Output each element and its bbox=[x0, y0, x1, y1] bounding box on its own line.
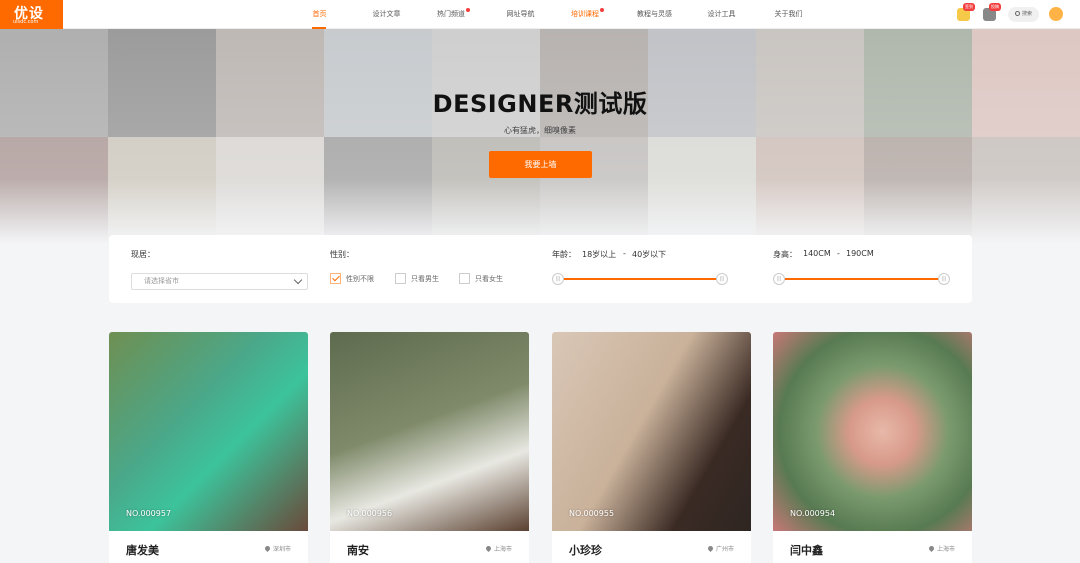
hero-banner: DESIGNER测试版 心有猛虎，细嗅像素 我要上墙 bbox=[0, 29, 1080, 244]
height-min-value: 140CM bbox=[803, 249, 831, 258]
profile-photo bbox=[109, 332, 308, 531]
search-label: 搜索 bbox=[1021, 11, 1032, 17]
height-max-handle[interactable]: ||| bbox=[938, 273, 950, 285]
age-max-value: 40岁以下 bbox=[632, 250, 667, 259]
new-dot-icon bbox=[600, 8, 604, 12]
checkbox-icon bbox=[395, 273, 406, 284]
gender-female-label: 只看女生 bbox=[475, 275, 503, 283]
age-min-handle[interactable]: ||| bbox=[552, 273, 564, 285]
top-navbar: 优设 uisdc.com 首页 设计文章 热门频道 网址导航 培训课程 教程与灵… bbox=[0, 0, 1080, 29]
gender-male-label: 只看男生 bbox=[411, 275, 439, 283]
profile-photo bbox=[773, 332, 972, 531]
profile-name: 南安 bbox=[347, 544, 369, 557]
profile-name: 唐发美 bbox=[126, 544, 159, 557]
search-button[interactable]: 搜索 bbox=[1008, 7, 1039, 22]
logo-domain: uisdc.com bbox=[13, 19, 39, 25]
profile-card[interactable]: NO.000957 唐发美 深圳市 bbox=[109, 332, 308, 563]
nav-item-home[interactable]: 首页 bbox=[286, 0, 353, 29]
profile-card[interactable]: NO.000955 小珍珍 广州市 bbox=[552, 332, 751, 563]
age-range-slider[interactable]: ||| ||| bbox=[552, 273, 728, 285]
checkin-icon[interactable]: 签到 bbox=[957, 3, 975, 21]
nav-item-directory[interactable]: 网址导航 bbox=[487, 0, 554, 29]
checkin-badge: 签到 bbox=[963, 3, 975, 11]
checkbox-icon bbox=[459, 273, 470, 284]
location-pin-icon bbox=[927, 544, 936, 553]
join-wall-button[interactable]: 我要上墙 bbox=[489, 151, 592, 178]
user-avatar[interactable] bbox=[1049, 7, 1063, 21]
site-logo[interactable]: 优设 uisdc.com bbox=[0, 0, 63, 29]
age-slider-track bbox=[558, 278, 722, 280]
profile-photo bbox=[552, 332, 751, 531]
profile-name: 小珍珍 bbox=[569, 544, 602, 557]
profile-card[interactable]: NO.000954 闫中鑫 上海市 bbox=[773, 332, 972, 563]
hero-subtitle: 心有猛虎，细嗅像素 bbox=[504, 126, 576, 135]
profile-number: NO.000955 bbox=[569, 509, 615, 518]
region-label: 现居： bbox=[131, 250, 155, 259]
submit-badge: 投稿 bbox=[989, 3, 1001, 11]
search-icon bbox=[1014, 11, 1020, 16]
profile-location: 深圳市 bbox=[263, 544, 291, 553]
nav-item-tutorials[interactable]: 教程与灵感 bbox=[621, 0, 688, 29]
submit-icon[interactable]: 投稿 bbox=[983, 3, 1001, 21]
height-label: 身高： bbox=[773, 250, 797, 259]
profile-number: NO.000954 bbox=[790, 509, 836, 518]
nav-item-courses[interactable]: 培训课程 bbox=[554, 0, 621, 29]
gender-female-checkbox[interactable]: 只看女生 bbox=[459, 273, 503, 285]
age-separator: - bbox=[623, 249, 626, 258]
height-max-value: 190CM bbox=[846, 249, 874, 258]
chevron-down-icon bbox=[293, 275, 303, 285]
height-range-slider[interactable]: ||| ||| bbox=[773, 273, 950, 285]
checkbox-icon bbox=[330, 273, 341, 284]
nav-item-articles[interactable]: 设计文章 bbox=[353, 0, 420, 29]
nav-item-channels[interactable]: 热门频道 bbox=[420, 0, 487, 29]
profile-number: NO.000956 bbox=[347, 509, 393, 518]
height-min-handle[interactable]: ||| bbox=[773, 273, 785, 285]
location-pin-icon bbox=[484, 544, 493, 553]
hero-title: DESIGNER测试版 bbox=[432, 90, 648, 118]
filter-panel: 现居： 请选择省市 性别： 性别不限 只看男生 只看女生 年龄： 18岁以上 -… bbox=[109, 235, 972, 303]
profile-name: 闫中鑫 bbox=[790, 544, 823, 557]
profile-number: NO.000957 bbox=[126, 509, 172, 518]
gender-label: 性别： bbox=[330, 250, 354, 259]
region-select[interactable]: 请选择省市 bbox=[131, 273, 308, 290]
main-nav: 首页 设计文章 热门频道 网址导航 培训课程 教程与灵感 设计工具 关于我们 bbox=[286, 0, 822, 29]
nav-item-tools[interactable]: 设计工具 bbox=[688, 0, 755, 29]
age-label: 年龄： bbox=[552, 250, 576, 259]
profile-location: 上海市 bbox=[484, 544, 512, 553]
height-separator: - bbox=[837, 249, 840, 258]
location-pin-icon bbox=[263, 544, 272, 553]
height-slider-track bbox=[779, 278, 944, 280]
profile-photo bbox=[330, 332, 529, 531]
gender-any-checkbox[interactable]: 性别不限 bbox=[330, 273, 374, 285]
location-pin-icon bbox=[706, 544, 715, 553]
nav-item-about[interactable]: 关于我们 bbox=[755, 0, 822, 29]
age-min-value: 18岁以上 bbox=[582, 250, 617, 259]
gender-male-checkbox[interactable]: 只看男生 bbox=[395, 273, 439, 285]
region-placeholder: 请选择省市 bbox=[144, 277, 179, 285]
new-dot-icon bbox=[466, 8, 470, 12]
gender-any-label: 性别不限 bbox=[346, 275, 374, 283]
age-max-handle[interactable]: ||| bbox=[716, 273, 728, 285]
profile-card[interactable]: NO.000956 南安 上海市 bbox=[330, 332, 529, 563]
hero-overlay bbox=[0, 29, 1080, 244]
profile-location: 广州市 bbox=[706, 544, 734, 553]
profile-location: 上海市 bbox=[927, 544, 955, 553]
